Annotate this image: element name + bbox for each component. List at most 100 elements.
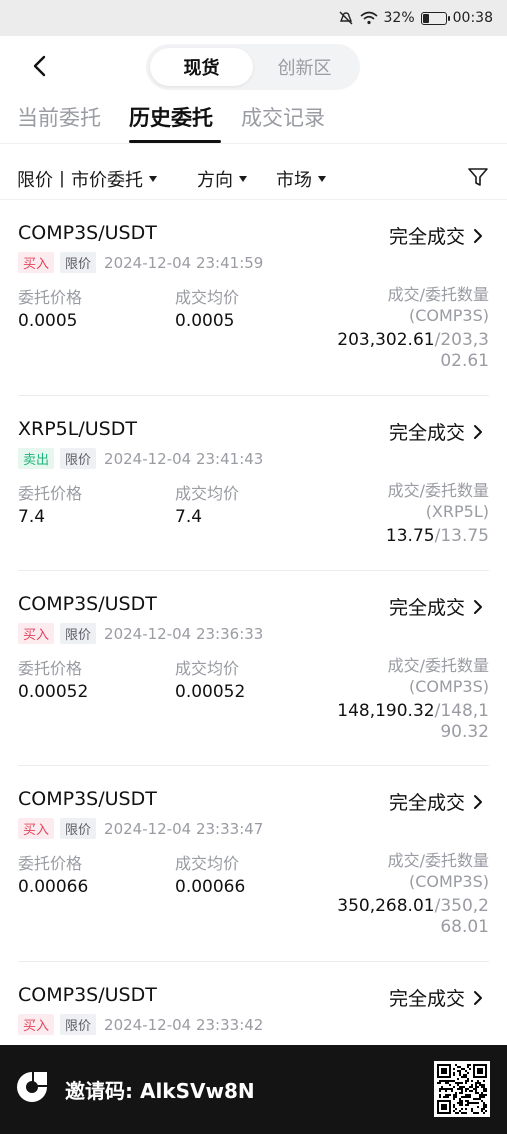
- direction-filter[interactable]: 方向: [197, 166, 247, 192]
- direction-filter-label: 方向: [197, 170, 233, 191]
- order-status-link[interactable]: 完全成交: [389, 984, 483, 1011]
- order-price-value: 7.4: [18, 507, 46, 527]
- order-symbol: COMP3S/USDT: [18, 593, 157, 615]
- filter-bar: 限价丨市价委托 方向 市场: [0, 156, 507, 200]
- filled-qty: 148,190.32: [337, 701, 435, 721]
- order-time: 2024-12-04 23:41:43: [104, 449, 264, 468]
- market-filter[interactable]: 市场: [276, 166, 326, 192]
- order-card[interactable]: COMP3S/USDT 完全成交 买入 限价 2024-12-04 23:33:…: [18, 766, 489, 962]
- order-status: 完全成交: [388, 988, 465, 1010]
- qty-unit: (COMP3S): [408, 677, 489, 696]
- order-status: 完全成交: [388, 597, 465, 619]
- avg-price-value: 0.0005: [175, 311, 235, 331]
- qty-value: 148,190.32/148,190.32: [329, 701, 489, 743]
- order-type-filter[interactable]: 限价丨市价委托: [17, 166, 157, 192]
- qty-value: 203,302.61/203,302.61: [329, 330, 489, 372]
- order-meta: 买入 限价 2024-12-04 23:33:47: [18, 818, 263, 839]
- total-qty: /350,268.01: [434, 896, 489, 937]
- qty-unit: (XRP5L): [425, 502, 489, 521]
- chevron-right-icon: [474, 228, 482, 243]
- chevron-right-icon: [474, 599, 482, 614]
- side-badge: 买入: [18, 1014, 55, 1035]
- order-symbol: COMP3S/USDT: [18, 984, 157, 1006]
- order-card[interactable]: COMP3S/USDT 完全成交 买入 限价 2024-12-04 23:36:…: [18, 571, 489, 766]
- tab-open-orders[interactable]: 当前委托: [17, 102, 101, 132]
- type-badge: 限价: [60, 818, 97, 839]
- avg-price-label: 成交均价: [175, 484, 240, 503]
- battery-percent: 32%: [383, 10, 415, 26]
- order-tabs: 当前委托 历史委托 成交记录: [0, 98, 507, 144]
- segment-spot[interactable]: 现货: [150, 48, 253, 86]
- qty-label-block: 成交/委托数量 (COMP3S): [388, 284, 489, 326]
- order-status: 完全成交: [388, 226, 465, 248]
- qty-label: 成交/委托数量: [387, 481, 489, 500]
- brand-logo-icon: [17, 1072, 47, 1102]
- status-bar: 32% 00:38: [0, 0, 507, 36]
- total-qty: /203,302.61: [434, 330, 489, 371]
- order-meta: 买入 限价 2024-12-04 23:36:33: [18, 623, 263, 644]
- order-card[interactable]: COMP3S/USDT 完全成交 买入 限价 2024-12-04 23:33:…: [18, 962, 489, 1052]
- avg-price-label: 成交均价: [175, 854, 240, 873]
- order-symbol: COMP3S/USDT: [18, 222, 157, 244]
- active-tab-indicator: [129, 140, 221, 143]
- chevron-right-icon: [474, 794, 482, 809]
- order-status-link[interactable]: 完全成交: [389, 222, 483, 249]
- caret-down-icon: [149, 176, 157, 182]
- market-filter-label: 市场: [276, 170, 312, 191]
- chevron-right-icon: [474, 424, 482, 439]
- filled-qty: 13.75: [385, 526, 435, 546]
- order-price-value: 0.0005: [18, 311, 78, 331]
- type-badge: 限价: [60, 623, 97, 644]
- qty-label-block: 成交/委托数量 (XRP5L): [388, 480, 489, 522]
- order-symbol: COMP3S/USDT: [18, 788, 157, 810]
- order-status-link[interactable]: 完全成交: [389, 593, 483, 620]
- qty-unit: (COMP3S): [408, 872, 489, 891]
- order-price-label: 委托价格: [18, 288, 83, 307]
- order-time: 2024-12-04 23:33:42: [104, 1015, 264, 1034]
- clock: 00:38: [452, 10, 493, 26]
- order-status-link[interactable]: 完全成交: [389, 788, 483, 815]
- type-badge: 限价: [60, 448, 97, 469]
- tab-order-history[interactable]: 历史委托: [129, 102, 213, 132]
- market-segment-control: 现货 创新区: [146, 44, 360, 90]
- order-meta: 买入 限价 2024-12-04 23:33:42: [18, 1014, 263, 1035]
- side-badge: 卖出: [18, 448, 55, 469]
- order-price-value: 0.00066: [18, 877, 89, 897]
- side-badge: 买入: [18, 818, 55, 839]
- order-card[interactable]: XRP5L/USDT 完全成交 卖出 限价 2024-12-04 23:41:4…: [18, 396, 489, 571]
- order-meta: 买入 限价 2024-12-04 23:41:59: [18, 252, 263, 273]
- invite-banner: 邀请码: AlkSVw8N: [0, 1045, 507, 1134]
- qty-label: 成交/委托数量: [387, 656, 489, 675]
- order-type-filter-label: 限价丨市价委托: [17, 170, 143, 191]
- invite-code: 邀请码: AlkSVw8N: [65, 1079, 255, 1103]
- tab-trade-history[interactable]: 成交记录: [241, 102, 325, 132]
- filled-qty: 350,268.01: [337, 896, 435, 916]
- order-card[interactable]: COMP3S/USDT 完全成交 买入 限价 2024-12-04 23:41:…: [18, 200, 489, 396]
- order-status-link[interactable]: 完全成交: [389, 418, 483, 445]
- order-status: 完全成交: [388, 792, 465, 814]
- order-price-value: 0.00052: [18, 682, 89, 702]
- order-price-label: 委托价格: [18, 854, 83, 873]
- order-time: 2024-12-04 23:41:59: [104, 253, 264, 272]
- back-button[interactable]: [24, 50, 56, 82]
- type-badge: 限价: [60, 1014, 97, 1035]
- order-status: 完全成交: [388, 422, 465, 444]
- side-badge: 买入: [18, 623, 55, 644]
- qty-label-block: 成交/委托数量 (COMP3S): [388, 655, 489, 697]
- avg-price-value: 7.4: [175, 507, 203, 527]
- order-price-label: 委托价格: [18, 659, 83, 678]
- total-qty: /148,190.32: [434, 701, 489, 742]
- order-symbol: XRP5L/USDT: [18, 418, 137, 440]
- order-list: COMP3S/USDT 完全成交 买入 限价 2024-12-04 23:41:…: [0, 200, 507, 1052]
- avg-price-label: 成交均价: [175, 288, 240, 307]
- qty-value: 13.75/13.75: [329, 526, 489, 547]
- wifi-icon: [359, 11, 378, 25]
- segment-innovation[interactable]: 创新区: [253, 48, 356, 86]
- qty-value: 350,268.01/350,268.01: [329, 896, 489, 938]
- battery-icon: [420, 11, 450, 25]
- total-qty: /13.75: [434, 526, 489, 546]
- top-nav: 现货 创新区: [0, 36, 507, 96]
- qr-code-icon: [434, 1061, 490, 1117]
- funnel-icon[interactable]: [467, 166, 489, 188]
- order-time: 2024-12-04 23:36:33: [104, 624, 264, 643]
